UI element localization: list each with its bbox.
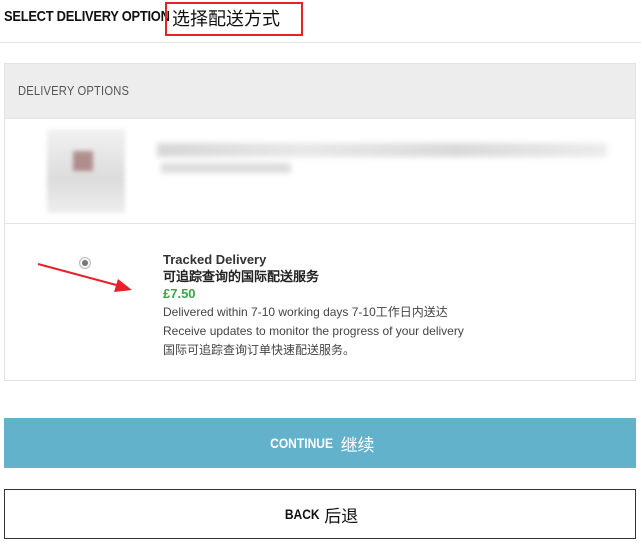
product-thumbnail <box>47 129 125 213</box>
delivery-option-price: £7.50 <box>163 286 196 301</box>
continue-button-label-cn: 继续 <box>340 435 375 455</box>
back-button-label-cn: 后退 <box>324 506 359 526</box>
delivery-option-name-cn: 可追踪查询的国际配送服务 <box>163 269 320 284</box>
product-image <box>73 151 93 171</box>
blurred-product-detail <box>161 163 291 173</box>
delivery-description: Receive updates to monitor the progress … <box>163 324 464 338</box>
continue-button[interactable]: CONTINUE 继续 <box>4 418 636 468</box>
delivery-option-tracked[interactable]: Tracked Delivery 可追踪查询的国际配送服务 £7.50 Deli… <box>5 224 635 384</box>
blurred-product-name <box>157 143 607 157</box>
delivery-options-panel: DELIVERY OPTIONS Tracked Delivery 可追踪查询的… <box>4 63 636 381</box>
header: SELECT DELIVERY OPTION 选择配送方式 <box>0 0 641 43</box>
back-button-label: BACK <box>284 506 320 522</box>
delivery-description-cn: 国际可追踪查询订单快速配送服务。 <box>163 343 356 357</box>
page-title: SELECT DELIVERY OPTION <box>4 8 170 25</box>
panel-heading: DELIVERY OPTIONS <box>5 64 635 119</box>
delivery-option-details: Tracked Delivery 可追踪查询的国际配送服务 £7.50 Deli… <box>163 251 464 359</box>
product-row <box>5 119 635 224</box>
page-title-translation: 选择配送方式 <box>165 2 303 36</box>
delivery-option-name: Tracked Delivery <box>163 252 267 267</box>
panel-heading-label: DELIVERY OPTIONS <box>18 83 130 98</box>
delivery-time: Delivered within 7-10 working days 7-10工… <box>163 305 448 319</box>
back-button[interactable]: BACK 后退 <box>4 489 636 539</box>
continue-button-label: CONTINUE <box>270 435 334 451</box>
annotation-arrow-icon <box>37 263 132 292</box>
